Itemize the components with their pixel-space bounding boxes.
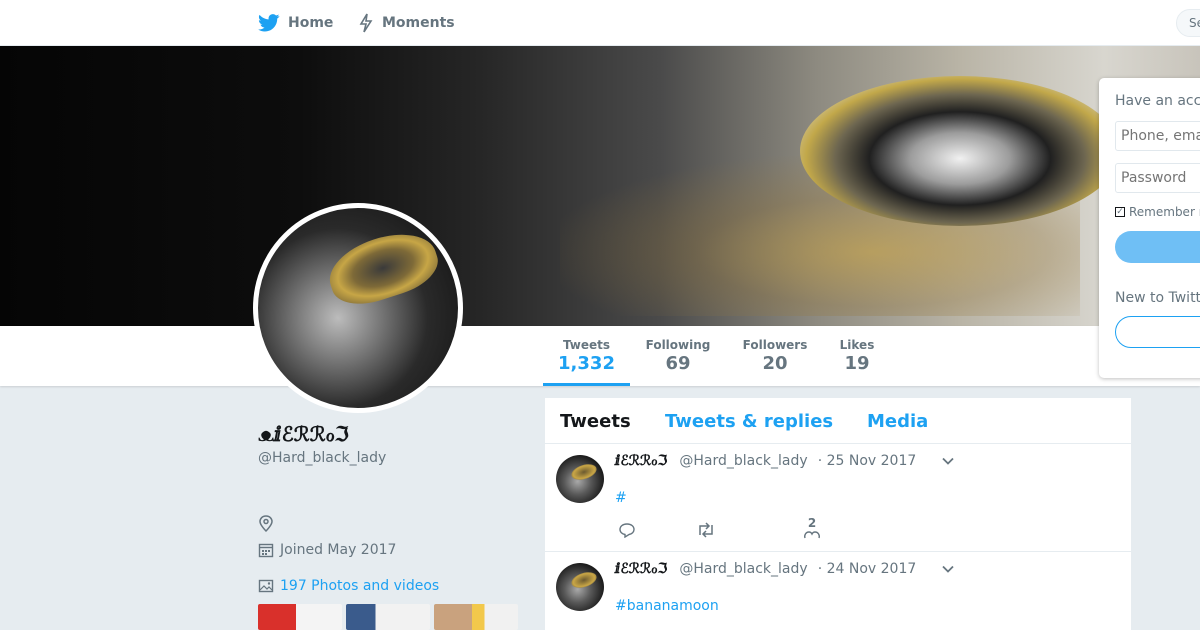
- profile-avatar[interactable]: [253, 203, 463, 413]
- joined-row: Joined May 2017: [258, 542, 396, 558]
- tab-media[interactable]: Media: [867, 411, 928, 432]
- tab-tweets-and-replies[interactable]: Tweets & replies: [665, 411, 833, 432]
- joined-date: Joined May 2017: [280, 542, 397, 558]
- tweet-text[interactable]: #: [615, 490, 627, 506]
- signup-button[interactable]: [1115, 316, 1200, 348]
- calendar-icon: [258, 543, 274, 558]
- tweet-text[interactable]: #bananamoon: [615, 598, 719, 614]
- location-pin-icon: [259, 515, 273, 533]
- tweet-header: ⅈℰℛℛℴℑ @Hard_black_lady · 24 Nov 2017: [615, 561, 916, 577]
- remember-me-checkbox[interactable]: ✓: [1115, 207, 1125, 217]
- media-thumbnail[interactable]: [258, 604, 342, 630]
- media-thumbnail[interactable]: [434, 604, 518, 630]
- search-placeholder: Se: [1189, 16, 1200, 30]
- like-count: 2: [807, 516, 817, 530]
- retweet-button[interactable]: [696, 522, 716, 538]
- stat-tweets[interactable]: Tweets 1,332: [543, 326, 630, 386]
- like-button[interactable]: 2: [803, 516, 821, 540]
- chevron-down-icon[interactable]: [941, 454, 955, 468]
- tweet-author-handle[interactable]: @Hard_black_lady: [679, 453, 807, 469]
- nav-moments-label: Moments: [382, 15, 455, 31]
- profile-name[interactable]: ᴥⅈℰℛℛℴℑ: [258, 422, 349, 446]
- search-input[interactable]: Se: [1176, 9, 1200, 37]
- photos-and-videos-link[interactable]: 197 Photos and videos: [258, 578, 439, 594]
- login-title: Have an acc: [1115, 93, 1200, 109]
- image-icon: [258, 579, 274, 593]
- timeline: Tweets Tweets & replies Media ⅈℰℛℛℴℑ @Ha…: [544, 397, 1132, 630]
- remember-me-row[interactable]: ✓ Remember r: [1115, 205, 1200, 219]
- tweet-timestamp[interactable]: · 25 Nov 2017: [818, 453, 917, 469]
- twitter-bird-icon: [258, 14, 280, 32]
- tweet-avatar[interactable]: [556, 563, 604, 611]
- stat-followers-label: Followers: [742, 338, 808, 352]
- tweet-actions: 2: [615, 516, 875, 546]
- chevron-down-icon[interactable]: [941, 562, 955, 576]
- media-thumbnails: [258, 604, 518, 630]
- location-row: [258, 515, 274, 537]
- lightning-icon: [359, 13, 373, 33]
- photos-label: 197 Photos and videos: [280, 578, 440, 594]
- tweet-author-name[interactable]: ⅈℰℛℛℴℑ: [615, 453, 667, 469]
- nav-home[interactable]: Home: [258, 0, 333, 46]
- heart-icon: [804, 531, 820, 539]
- tweet-item[interactable]: ⅈℰℛℛℴℑ @Hard_black_lady · 25 Nov 2017 # …: [545, 444, 1131, 552]
- login-button[interactable]: [1115, 231, 1200, 263]
- top-navigation-bar: Home Moments Se: [0, 0, 1200, 46]
- new-to-twitter-text: New to Twitt: [1115, 290, 1200, 306]
- tweet-avatar[interactable]: [556, 455, 604, 503]
- nav-home-label: Home: [288, 15, 334, 31]
- stat-likes-label: Likes: [839, 338, 875, 352]
- tweet-header: ⅈℰℛℛℴℑ @Hard_black_lady · 25 Nov 2017: [615, 453, 916, 469]
- stat-following-value: 69: [665, 353, 691, 374]
- stat-following[interactable]: Following 69: [640, 326, 716, 386]
- profile-stats-bar: Tweets 1,332 Following 69 Followers 20 L…: [0, 326, 1200, 386]
- profile-handle[interactable]: @Hard_black_lady: [258, 450, 386, 466]
- stat-following-label: Following: [645, 338, 711, 352]
- reply-icon: [619, 523, 635, 538]
- banner-mask-eye: [800, 76, 1120, 226]
- stat-followers[interactable]: Followers 20: [736, 326, 814, 386]
- tweet-author-handle[interactable]: @Hard_black_lady: [679, 561, 807, 577]
- stat-followers-value: 20: [762, 353, 788, 374]
- phone-email-input[interactable]: [1115, 121, 1200, 151]
- tweet-item[interactable]: ⅈℰℛℛℴℑ @Hard_black_lady · 24 Nov 2017 #b…: [545, 552, 1131, 630]
- tab-tweets[interactable]: Tweets: [560, 411, 631, 432]
- stat-likes-value: 19: [844, 353, 870, 374]
- tweet-timestamp[interactable]: · 24 Nov 2017: [818, 561, 917, 577]
- stat-tweets-value: 1,332: [558, 353, 615, 374]
- login-card: Have an acc ✓ Remember r New to Twitt: [1099, 78, 1200, 378]
- profile-banner-image: [0, 46, 1200, 326]
- timeline-tabs: Tweets Tweets & replies Media: [545, 398, 1131, 444]
- remember-me-label: Remember r: [1129, 205, 1200, 219]
- stat-likes[interactable]: Likes 19: [832, 326, 882, 386]
- retweet-icon: [699, 522, 713, 538]
- password-input[interactable]: [1115, 163, 1200, 193]
- reply-button[interactable]: [618, 522, 636, 538]
- avatar-mask-detail: [321, 222, 445, 314]
- media-thumbnail[interactable]: [346, 604, 430, 630]
- tweet-author-name[interactable]: ⅈℰℛℛℴℑ: [615, 561, 667, 577]
- nav-moments[interactable]: Moments: [358, 0, 455, 46]
- stat-tweets-label: Tweets: [562, 338, 611, 352]
